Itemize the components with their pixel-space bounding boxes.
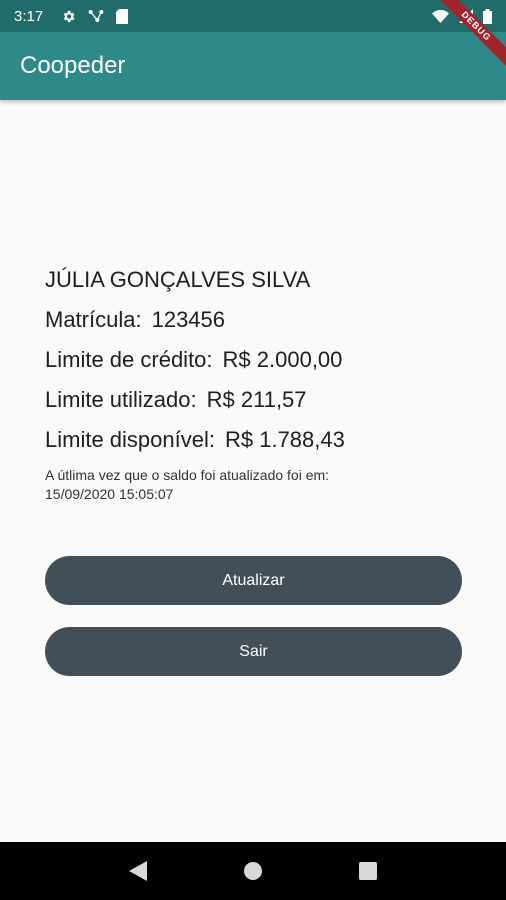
system-nav-bar [0, 842, 506, 900]
app-bar: Coopeder [0, 32, 506, 100]
exit-button[interactable]: Sair [45, 627, 462, 676]
used-limit-value: R$ 211,57 [206, 387, 307, 412]
share-icon [88, 9, 104, 23]
member-name: JÚLIA GONÇALVES SILVA [45, 267, 311, 292]
matricula-row: Matrícula: 123456 [45, 304, 465, 336]
signal-icon [459, 9, 473, 23]
account-summary: JÚLIA GONÇALVES SILVA Matrícula: 123456 L… [45, 264, 465, 504]
matricula-label: Matrícula: [45, 307, 142, 332]
app-title: Coopeder [20, 52, 126, 79]
gear-icon [61, 9, 76, 24]
matricula-value: 123456 [151, 307, 226, 332]
update-button[interactable]: Atualizar [45, 556, 462, 605]
battery-icon [483, 8, 492, 24]
credit-limit-label: Limite de crédito: [45, 347, 213, 372]
wifi-icon [432, 9, 449, 23]
last-update-text: A útlima vez que o saldo foi atualizado … [45, 467, 330, 483]
available-limit-label: Limite disponível: [45, 427, 215, 452]
home-icon[interactable] [241, 859, 265, 883]
status-time: 3:17 [14, 7, 44, 25]
used-limit-row: Limite utilizado: R$ 211,57 [45, 384, 465, 416]
available-limit-row: Limite disponível: R$ 1.788,43 [45, 424, 465, 456]
last-update-timestamp: 15/09/2020 15:05:07 [45, 486, 174, 502]
recents-icon[interactable] [356, 859, 380, 883]
available-limit-value: R$ 1.788,43 [224, 427, 345, 452]
used-limit-label: Limite utilizado: [45, 387, 197, 412]
credit-limit-value: R$ 2.000,00 [222, 347, 343, 372]
status-bar: 3:17 [0, 0, 506, 32]
credit-limit-row: Limite de crédito: R$ 2.000,00 [45, 344, 465, 376]
back-icon[interactable] [126, 859, 150, 883]
last-update-note: A útlima vez que o saldo foi atualizado … [45, 466, 465, 504]
sd-card-icon [116, 8, 129, 24]
app-screen: 3:17 Coopeder DEBUG JÚLIA GONÇALVES SILV… [0, 0, 506, 900]
